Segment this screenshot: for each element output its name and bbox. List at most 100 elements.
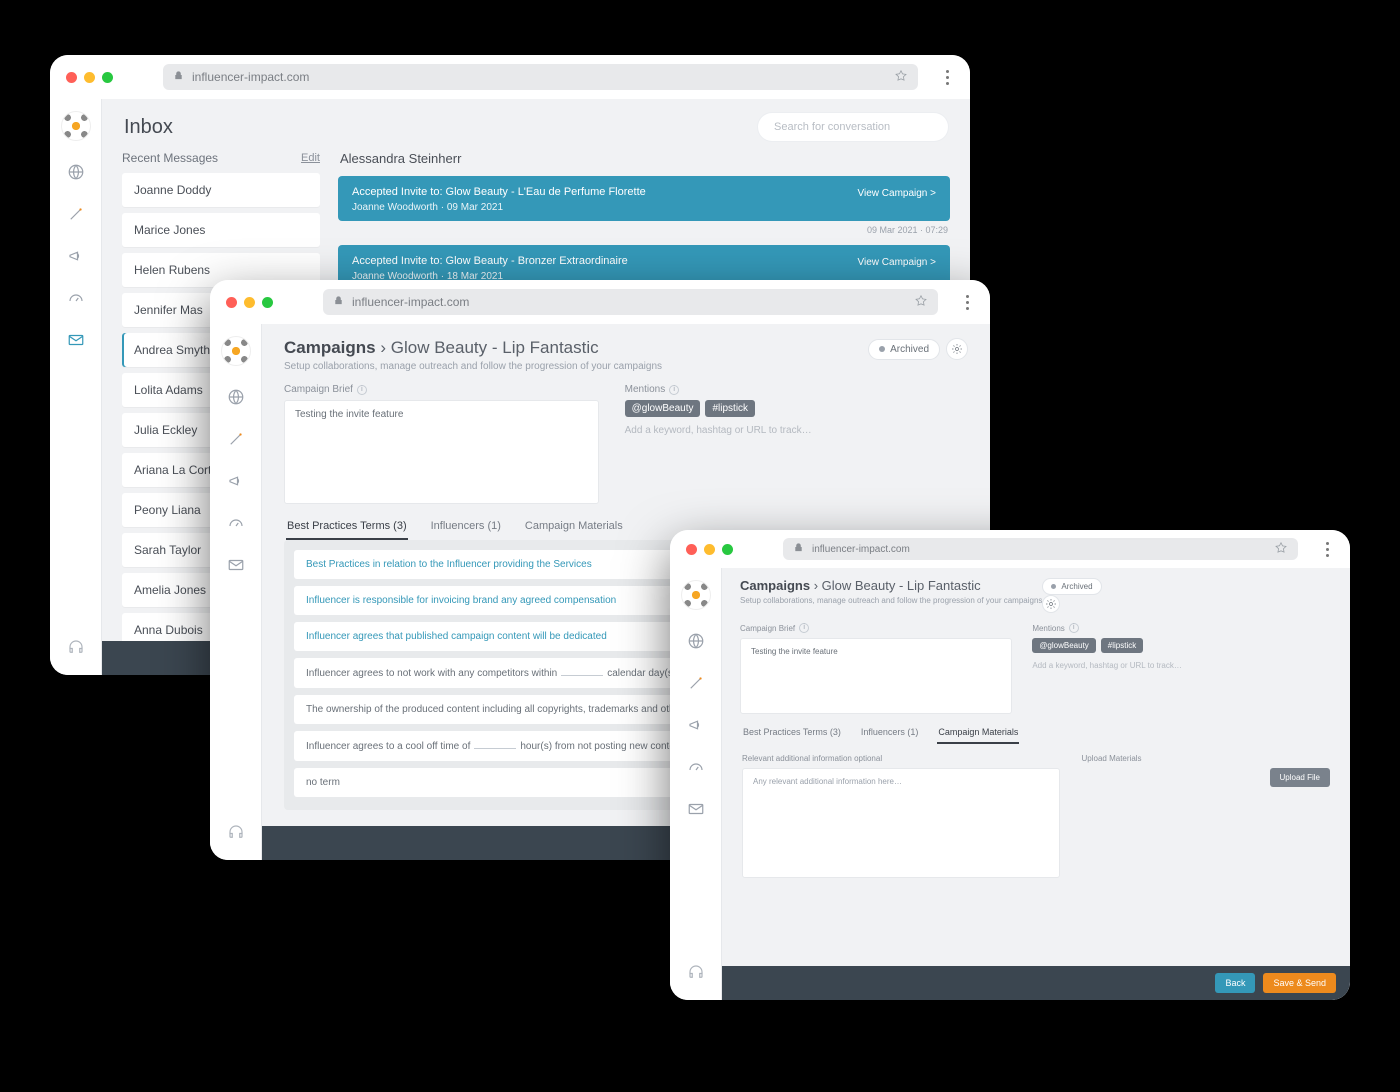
window-campaign-materials: influencer-impact.com Campaigns › Glow B… bbox=[670, 530, 1350, 1000]
globe-icon[interactable] bbox=[225, 386, 247, 408]
footer-bar: Back Save & Send bbox=[722, 966, 1350, 1000]
star-icon[interactable] bbox=[1274, 541, 1288, 558]
app-logo[interactable] bbox=[221, 336, 251, 366]
recent-label: Recent Messages bbox=[122, 151, 218, 165]
card-timestamp: 09 Mar 2021 · 07:29 bbox=[340, 225, 948, 235]
page-title: Inbox bbox=[124, 116, 173, 139]
campaign-brief-input[interactable]: Testing the invite feature bbox=[284, 400, 599, 504]
tab[interactable]: Influencers (1) bbox=[860, 720, 920, 744]
page-subtitle: Setup collaborations, manage outreach an… bbox=[740, 596, 1042, 605]
megaphone-icon[interactable] bbox=[225, 470, 247, 492]
star-icon[interactable] bbox=[914, 294, 928, 311]
brief-label: Campaign Briefi bbox=[740, 623, 1012, 633]
url-bar[interactable]: influencer-impact.com bbox=[323, 289, 938, 315]
edit-link[interactable]: Edit bbox=[301, 152, 320, 164]
support-icon[interactable] bbox=[687, 963, 705, 986]
materials-info-input[interactable]: Any relevant additional information here… bbox=[742, 768, 1060, 878]
page-subtitle: Setup collaborations, manage outreach an… bbox=[284, 361, 662, 372]
info-icon[interactable]: i bbox=[1069, 623, 1079, 633]
globe-icon[interactable] bbox=[685, 630, 707, 652]
mail-icon[interactable] bbox=[685, 798, 707, 820]
close-icon[interactable] bbox=[686, 544, 697, 555]
brief-label: Campaign Briefi bbox=[284, 384, 599, 395]
overflow-menu-icon[interactable] bbox=[1320, 542, 1334, 557]
titlebar: influencer-impact.com bbox=[50, 55, 970, 99]
invite-card[interactable]: Accepted Invite to: Glow Beauty - L'Eau … bbox=[338, 176, 950, 221]
url-text: influencer-impact.com bbox=[192, 70, 309, 84]
wand-icon[interactable] bbox=[225, 428, 247, 450]
minimize-icon[interactable] bbox=[244, 297, 255, 308]
tab-bar: Best Practices Terms (3) Influencers (1) C… bbox=[722, 720, 1350, 744]
globe-icon[interactable] bbox=[65, 161, 87, 183]
info-icon[interactable]: i bbox=[799, 623, 809, 633]
sidebar bbox=[210, 324, 262, 860]
track-input[interactable]: Add a keyword, hashtag or URL to track… bbox=[625, 425, 968, 436]
window-controls bbox=[66, 72, 113, 83]
lock-icon bbox=[793, 542, 804, 556]
back-button[interactable]: Back bbox=[1215, 973, 1255, 993]
zoom-icon[interactable] bbox=[722, 544, 733, 555]
support-icon[interactable] bbox=[227, 823, 245, 846]
upload-label: Upload Materials bbox=[1082, 754, 1330, 763]
megaphone-icon[interactable] bbox=[685, 714, 707, 736]
contact-item[interactable]: Marice Jones bbox=[122, 213, 320, 247]
url-text: influencer-impact.com bbox=[812, 544, 910, 555]
sidebar bbox=[50, 99, 102, 675]
info-icon[interactable]: i bbox=[357, 385, 367, 395]
close-icon[interactable] bbox=[66, 72, 77, 83]
tab[interactable]: Best Practices Terms (3) bbox=[286, 512, 408, 540]
archived-button[interactable]: Archived bbox=[868, 339, 940, 360]
zoom-icon[interactable] bbox=[262, 297, 273, 308]
mention-tag[interactable]: #lipstick bbox=[1101, 638, 1143, 653]
gauge-icon[interactable] bbox=[685, 756, 707, 778]
titlebar: influencer-impact.com bbox=[670, 530, 1350, 568]
lock-icon bbox=[173, 70, 184, 84]
overflow-menu-icon[interactable] bbox=[960, 295, 974, 310]
tab[interactable]: Campaign Materials bbox=[524, 512, 624, 540]
upload-button[interactable]: Upload File bbox=[1270, 768, 1330, 787]
minimize-icon[interactable] bbox=[704, 544, 715, 555]
megaphone-icon[interactable] bbox=[65, 245, 87, 267]
zoom-icon[interactable] bbox=[102, 72, 113, 83]
wand-icon[interactable] bbox=[685, 672, 707, 694]
gauge-icon[interactable] bbox=[65, 287, 87, 309]
breadcrumb[interactable]: Campaigns › Glow Beauty - Lip Fantastic bbox=[284, 338, 662, 358]
window-controls bbox=[226, 297, 273, 308]
close-icon[interactable] bbox=[226, 297, 237, 308]
gear-icon[interactable] bbox=[1042, 595, 1060, 613]
view-campaign-link[interactable]: View Campaign > bbox=[858, 257, 936, 268]
mentions-label: Mentionsi bbox=[1032, 623, 1332, 633]
app-logo[interactable] bbox=[61, 111, 91, 141]
gear-icon[interactable] bbox=[946, 338, 968, 360]
mail-icon[interactable] bbox=[225, 554, 247, 576]
wand-icon[interactable] bbox=[65, 203, 87, 225]
tab[interactable]: Campaign Materials bbox=[937, 720, 1019, 744]
save-button[interactable]: Save & Send bbox=[1263, 973, 1336, 993]
track-input[interactable]: Add a keyword, hashtag or URL to track… bbox=[1032, 661, 1332, 670]
search-input[interactable]: Search for conversation bbox=[758, 113, 948, 141]
mail-icon[interactable] bbox=[65, 329, 87, 351]
mention-tag[interactable]: @glowBeauty bbox=[1032, 638, 1095, 653]
star-icon[interactable] bbox=[894, 69, 908, 86]
app-logo[interactable] bbox=[681, 580, 711, 610]
mentions-label: Mentionsi bbox=[625, 384, 968, 395]
url-bar[interactable]: influencer-impact.com bbox=[783, 538, 1298, 560]
overflow-menu-icon[interactable] bbox=[940, 70, 954, 85]
materials-info-label: Relevant additional information optional bbox=[742, 754, 1060, 763]
url-bar[interactable]: influencer-impact.com bbox=[163, 64, 918, 90]
campaign-brief-input[interactable]: Testing the invite feature bbox=[740, 638, 1012, 714]
contact-item[interactable]: Joanne Doddy bbox=[122, 173, 320, 207]
mention-tag[interactable]: #lipstick bbox=[705, 400, 755, 417]
mention-tag[interactable]: @glowBeauty bbox=[625, 400, 701, 417]
tab[interactable]: Best Practices Terms (3) bbox=[742, 720, 842, 744]
thread-title: Alessandra Steinherr bbox=[340, 151, 948, 166]
info-icon[interactable]: i bbox=[669, 385, 679, 395]
support-icon[interactable] bbox=[67, 638, 85, 661]
view-campaign-link[interactable]: View Campaign > bbox=[858, 188, 936, 199]
gauge-icon[interactable] bbox=[225, 512, 247, 534]
lock-icon bbox=[333, 295, 344, 309]
tab[interactable]: Influencers (1) bbox=[430, 512, 502, 540]
minimize-icon[interactable] bbox=[84, 72, 95, 83]
archived-button[interactable]: Archived bbox=[1042, 578, 1101, 595]
breadcrumb[interactable]: Campaigns › Glow Beauty - Lip Fantastic bbox=[740, 578, 1042, 593]
